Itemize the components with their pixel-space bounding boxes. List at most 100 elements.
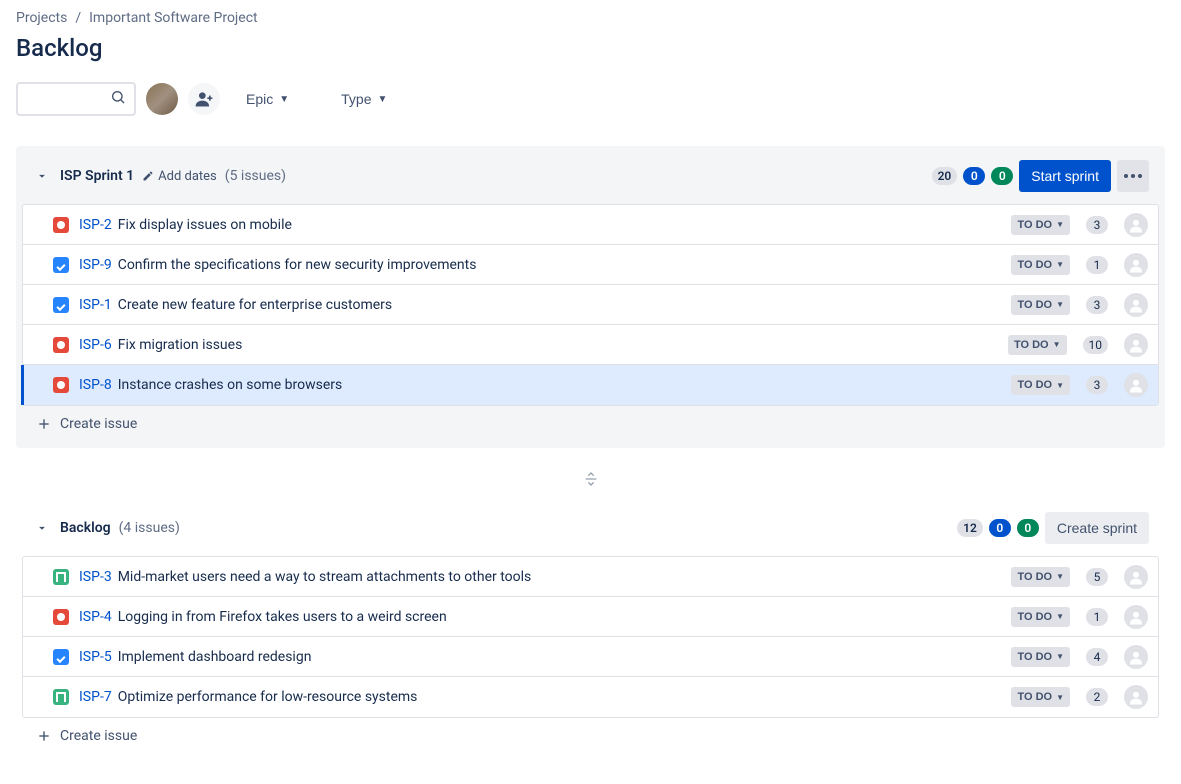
story-points-badge: 3: [1086, 376, 1108, 394]
issue-summary: Implement dashboard redesign: [118, 649, 312, 665]
toolbar: Epic ▼ Type ▼: [16, 82, 1165, 116]
status-label: TO DO: [1017, 571, 1052, 583]
status-dropdown[interactable]: TO DO ▼: [1008, 335, 1067, 355]
add-people-button[interactable]: [188, 83, 220, 115]
story-points-badge: 10: [1083, 336, 1109, 354]
issue-key-link[interactable]: ISP-9: [79, 257, 112, 273]
issue-row[interactable]: ISP-4 Logging in from Firefox takes users…: [23, 597, 1158, 637]
issue-row[interactable]: ISP-6Fix migration issuesTO DO▼10: [23, 325, 1158, 365]
issue-row[interactable]: ISP-5 Implement dashboard redesign TO DO▼ 4: [23, 637, 1158, 677]
issue-key-link[interactable]: ISP-6: [79, 337, 112, 353]
add-dates-button[interactable]: Add dates: [142, 169, 217, 184]
sprint-done-count: 0: [991, 167, 1013, 185]
search-box: [16, 82, 136, 116]
breadcrumb-projects-link[interactable]: Projects: [16, 10, 67, 26]
issue-summary: Mid-market users need a way to stream at…: [118, 569, 532, 585]
unassigned-avatar[interactable]: [1124, 213, 1148, 237]
story-points-badge: 3: [1086, 296, 1108, 314]
issue-row[interactable]: ISP-2Fix display issues on mobileTO DO▼3: [23, 205, 1158, 245]
issue-row[interactable]: ISP-3 Mid-market users need a way to stre…: [23, 557, 1158, 597]
unassigned-avatar[interactable]: [1124, 645, 1148, 669]
status-dropdown[interactable]: TO DO▼: [1011, 567, 1070, 587]
more-horizontal-icon: [1123, 173, 1143, 179]
backlog-create-issue-button[interactable]: Create issue: [22, 718, 1159, 754]
epic-filter-label: Epic: [246, 91, 273, 107]
unassigned-avatar[interactable]: [1124, 605, 1148, 629]
status-dropdown[interactable]: TO DO▼: [1011, 295, 1070, 315]
issue-summary: Logging in from Firefox takes users to a…: [118, 609, 447, 625]
breadcrumb-project-link[interactable]: Important Software Project: [89, 10, 258, 26]
sprint-header: ISP Sprint 1 Add dates (5 issues) 20 0 0…: [22, 152, 1159, 204]
issue-key-link[interactable]: ISP-8: [79, 377, 112, 393]
issue-key-link[interactable]: ISP-2: [79, 217, 112, 233]
unassigned-avatar[interactable]: [1124, 253, 1148, 277]
chevron-down-icon: ▼: [1056, 381, 1064, 390]
status-dropdown[interactable]: TO DO▼: [1011, 687, 1070, 707]
issue-row[interactable]: ISP-8Instance crashes on some browsersTO…: [23, 365, 1158, 405]
issue-summary: Optimize performance for low-resource sy…: [118, 689, 418, 705]
sprint-panel: ISP Sprint 1 Add dates (5 issues) 20 0 0…: [16, 146, 1165, 448]
unassigned-avatar[interactable]: [1124, 373, 1148, 397]
bug-icon: [53, 337, 69, 353]
chevron-down-icon: ▼: [1056, 260, 1064, 269]
issue-key-link[interactable]: ISP-3: [79, 569, 112, 585]
pencil-icon: [142, 170, 154, 182]
issue-key-link[interactable]: ISP-7: [79, 689, 112, 705]
bug-icon: [53, 609, 69, 625]
task-icon: [53, 649, 69, 665]
sprint-issue-count: (5 issues): [225, 168, 286, 184]
issue-summary: Confirm the specifications for new secur…: [118, 257, 477, 273]
create-issue-label: Create issue: [60, 416, 137, 432]
unassigned-avatar[interactable]: [1124, 293, 1148, 317]
status-label: TO DO: [1014, 339, 1049, 351]
create-sprint-button[interactable]: Create sprint: [1045, 512, 1149, 544]
issue-summary: Fix display issues on mobile: [118, 217, 292, 233]
type-filter[interactable]: Type ▼: [335, 83, 393, 115]
status-label: TO DO: [1017, 651, 1052, 663]
story-icon: [53, 569, 69, 585]
issue-key-link[interactable]: ISP-1: [79, 297, 112, 313]
search-input[interactable]: [18, 87, 134, 111]
backlog-issue-list: ISP-3 Mid-market users need a way to stre…: [22, 556, 1159, 718]
backlog-issue-count: (4 issues): [119, 520, 180, 536]
sprint-more-button[interactable]: [1117, 160, 1149, 192]
story-points-badge: 5: [1086, 568, 1108, 586]
status-dropdown[interactable]: TO DO▼: [1011, 255, 1070, 275]
issue-key-link[interactable]: ISP-4: [79, 609, 112, 625]
backlog-todo-count: 12: [957, 519, 983, 537]
backlog-name: Backlog: [60, 520, 111, 536]
story-points-badge: 1: [1086, 256, 1108, 274]
status-dropdown[interactable]: TO DO▼: [1011, 647, 1070, 667]
backlog-done-count: 0: [1017, 519, 1039, 537]
unassigned-avatar[interactable]: [1124, 685, 1148, 709]
breadcrumb: Projects / Important Software Project: [16, 0, 1165, 34]
chevron-down-icon: ▼: [1053, 340, 1061, 349]
epic-filter[interactable]: Epic ▼: [240, 83, 295, 115]
status-label: TO DO: [1017, 299, 1052, 311]
user-avatar[interactable]: [146, 83, 178, 115]
unassigned-avatar[interactable]: [1124, 565, 1148, 589]
unassigned-avatar[interactable]: [1124, 333, 1148, 357]
issue-summary: Create new feature for enterprise custom…: [118, 297, 392, 313]
resize-divider[interactable]: [16, 464, 1165, 494]
backlog-collapse-toggle[interactable]: [32, 518, 52, 538]
backlog-panel: Backlog (4 issues) 12 0 0 Create sprint …: [16, 504, 1165, 754]
status-dropdown[interactable]: TO DO ▼: [1011, 375, 1070, 395]
sprint-collapse-toggle[interactable]: [32, 166, 52, 186]
issue-row[interactable]: ISP-9 Confirm the specifications for new …: [23, 245, 1158, 285]
backlog-inprogress-count: 0: [989, 519, 1011, 537]
status-label: TO DO: [1017, 611, 1052, 623]
issue-key-link[interactable]: ISP-5: [79, 649, 112, 665]
story-points-badge: 4: [1086, 648, 1108, 666]
issue-row[interactable]: ISP-7 Optimize performance for low-resour…: [23, 677, 1158, 717]
start-sprint-button[interactable]: Start sprint: [1019, 160, 1111, 192]
plus-icon: [36, 728, 52, 744]
issue-row[interactable]: ISP-1 Create new feature for enterprise c…: [23, 285, 1158, 325]
sprint-todo-count: 20: [932, 167, 958, 185]
sprint-create-issue-button[interactable]: Create issue: [22, 406, 1159, 442]
resize-handle-icon: [583, 471, 599, 487]
status-dropdown[interactable]: TO DO▼: [1011, 607, 1070, 627]
status-dropdown[interactable]: TO DO▼: [1011, 215, 1070, 235]
status-label: TO DO: [1017, 379, 1052, 391]
chevron-down-icon: ▼: [279, 94, 289, 105]
